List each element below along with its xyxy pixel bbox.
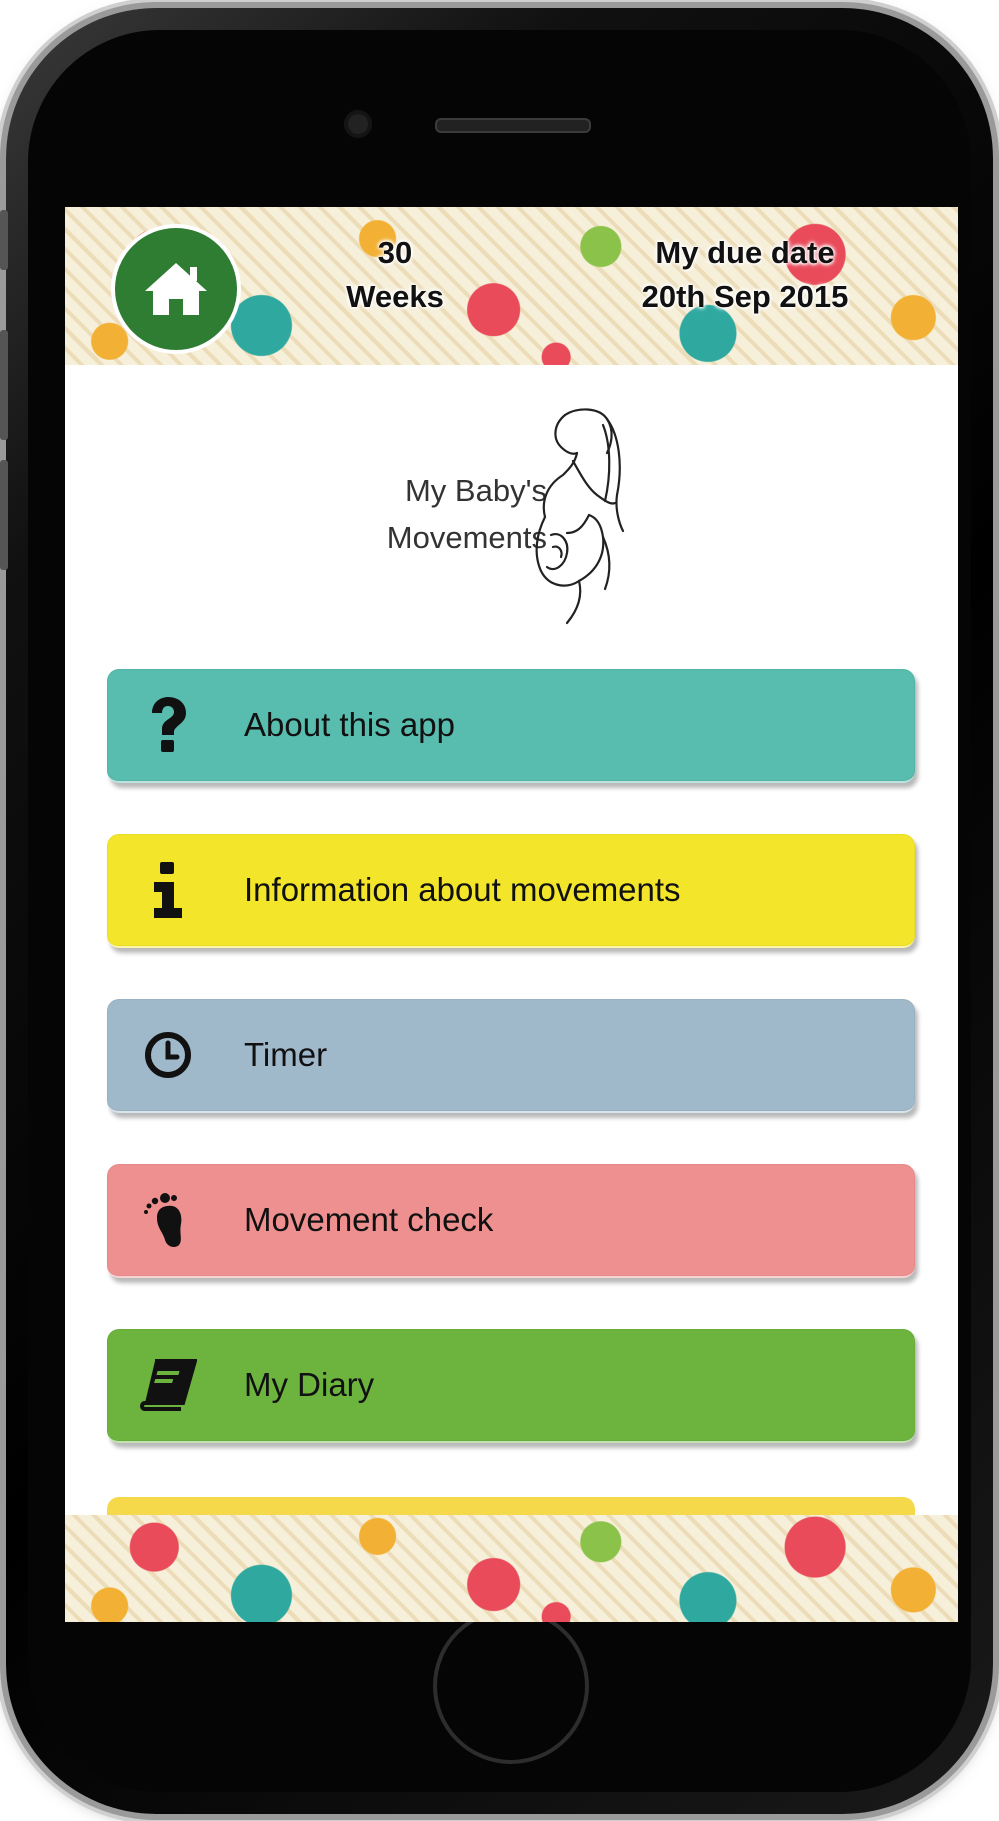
due-date-label: My due date xyxy=(655,235,835,270)
menu-item-information[interactable]: Information about movements xyxy=(107,834,915,948)
volume-up-button xyxy=(0,330,8,440)
menu-item-movement-check[interactable]: Movement check xyxy=(107,1164,915,1278)
pregnant-woman-illustration xyxy=(535,408,625,625)
app-screen: 30 Weeks My due date 20th Sep 2015 My Ba… xyxy=(65,207,958,1622)
weeks-number: 30 xyxy=(377,235,413,270)
app-title-line2: Movements xyxy=(386,520,547,555)
home-button[interactable] xyxy=(111,224,241,354)
front-camera xyxy=(344,110,372,138)
app-title: My Baby's Movements xyxy=(215,467,547,561)
weeks-label: Weeks xyxy=(346,279,444,314)
menu-item-diary[interactable]: My Diary xyxy=(107,1329,915,1443)
question-icon xyxy=(137,694,199,756)
footprint-icon xyxy=(137,1189,199,1251)
volume-down-button xyxy=(0,460,8,570)
footer-banner xyxy=(65,1515,958,1622)
menu-label-movement-check: Movement check xyxy=(244,1201,494,1238)
clock-icon xyxy=(137,1024,199,1086)
earpiece-speaker xyxy=(435,118,591,133)
app-title-line1: My Baby's xyxy=(404,473,547,508)
hardware-home-button[interactable] xyxy=(433,1608,589,1764)
weeks-display: 30 Weeks xyxy=(325,231,465,319)
due-date-value: 20th Sep 2015 xyxy=(641,279,849,314)
mute-switch xyxy=(0,210,8,270)
menu-label-timer: Timer xyxy=(244,1036,328,1073)
menu-label-information: Information about movements xyxy=(244,871,681,908)
due-date-display: My due date 20th Sep 2015 xyxy=(595,231,895,319)
info-icon xyxy=(137,859,199,921)
menu-label-diary: My Diary xyxy=(244,1366,375,1403)
menu-item-timer[interactable]: Timer xyxy=(107,999,915,1113)
menu-item-about[interactable]: About this app xyxy=(107,669,915,783)
home-icon xyxy=(145,263,207,315)
header-banner: 30 Weeks My due date 20th Sep 2015 xyxy=(65,207,958,365)
menu-label-about: About this app xyxy=(244,706,455,743)
book-icon xyxy=(137,1354,199,1416)
